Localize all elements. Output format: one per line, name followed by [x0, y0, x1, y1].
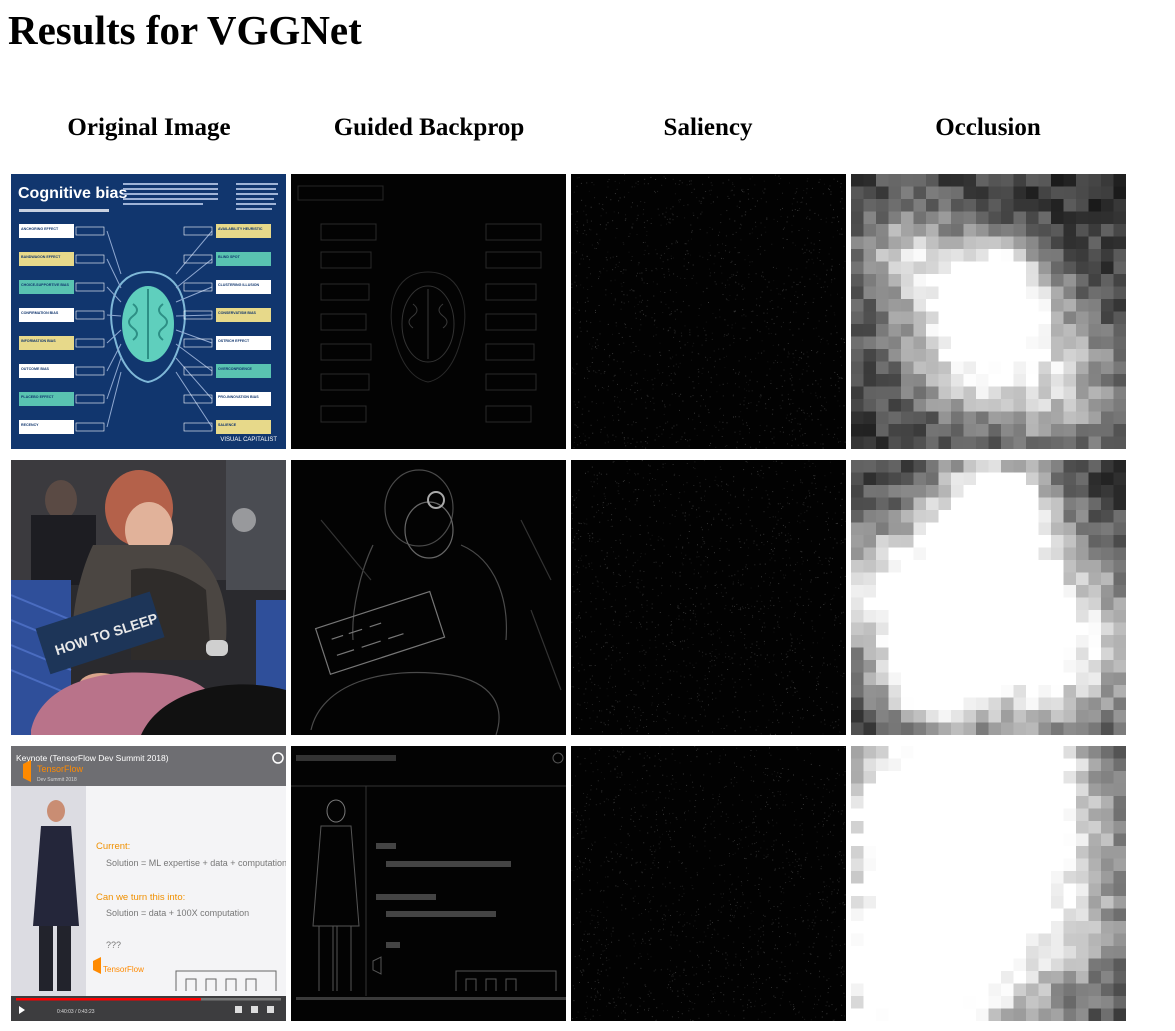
fullscreen-icon[interactable] [267, 1006, 274, 1013]
infographic-heading: Cognitive bias [18, 185, 127, 202]
infographic-label: PLACEBO EFFECT [21, 395, 54, 399]
guided-backprop-map-video-slide [291, 746, 566, 1021]
slide-question: Can we turn this into: [96, 892, 185, 903]
column-header-occlusion: Occlusion [935, 114, 1041, 141]
tf-brand-sub: Dev Summit 2018 [37, 777, 77, 783]
video-time: 0:40:03 / 0:43:23 [57, 1009, 95, 1015]
infographic-label: INFORMATION BIAS [21, 339, 56, 343]
infographic-label: CHOICE-SUPPORTIVE BIAS [21, 283, 70, 287]
slide-current-formula: Solution = ML expertise + data + computa… [106, 858, 286, 868]
page-title: Results for VGGNet [8, 7, 362, 53]
tf-corner-brand: TensorFlow [103, 965, 144, 974]
infographic-label: BLIND SPOT [218, 255, 241, 259]
original-image-infographic: Cognitive bias ANCHORING EFFECT AVAILABIL… [11, 174, 286, 449]
infographic-label: OSTRICH EFFECT [218, 339, 250, 343]
video-progress-bar[interactable] [16, 998, 201, 1001]
slide-new-formula: Solution = data + 100X computation [106, 908, 249, 918]
original-image-sleeping-passenger: HOW TO SLEEP [11, 460, 286, 735]
infographic-label: BANDWAGON EFFECT [21, 255, 61, 259]
guided-backprop-map-infographic [291, 174, 566, 449]
infographic-credit: VISUAL CAPITALIST [220, 437, 277, 443]
infographic-label: SALIENCE [218, 423, 237, 427]
infographic-label: CLUSTERING ILLUSION [218, 283, 260, 287]
infographic-label: PRO-INNOVATION BIAS [218, 395, 259, 399]
occlusion-map-video-slide [851, 746, 1126, 1021]
slide-current-label: Current: [96, 841, 130, 852]
column-header-original: Original Image [67, 114, 231, 141]
original-image-video-slide: Keynote (TensorFlow Dev Summit 2018) Ten… [11, 746, 286, 1021]
infographic-label: OUTCOME BIAS [21, 367, 50, 371]
video-title: Keynote (TensorFlow Dev Summit 2018) [16, 753, 169, 763]
infographic-label: CONSERVATISM BIAS [218, 311, 257, 315]
infographic-label: CONFIRMATION BIAS [21, 311, 59, 315]
occlusion-map-sleeping-passenger [851, 460, 1126, 735]
saliency-map-infographic [571, 174, 846, 449]
column-header-saliency: Saliency [663, 114, 753, 141]
infographic-label: ANCHORING EFFECT [21, 227, 59, 231]
slide-unknown: ??? [106, 940, 121, 950]
infographic-label: RECENCY [21, 423, 39, 427]
saliency-map-video-slide [571, 746, 846, 1021]
column-header-guided-backprop: Guided Backprop [333, 114, 525, 141]
saliency-map-sleeping-passenger [571, 460, 846, 735]
infographic-label: AVAILABILITY HEURISTIC [218, 227, 263, 231]
settings-icon[interactable] [251, 1006, 258, 1013]
cc-icon[interactable] [235, 1006, 242, 1013]
infographic-label: OVERCONFIDENCE [218, 367, 253, 371]
occlusion-map-infographic [851, 174, 1126, 449]
tf-brand: TensorFlow [37, 764, 84, 774]
guided-backprop-map-sleeping-passenger [291, 460, 566, 735]
